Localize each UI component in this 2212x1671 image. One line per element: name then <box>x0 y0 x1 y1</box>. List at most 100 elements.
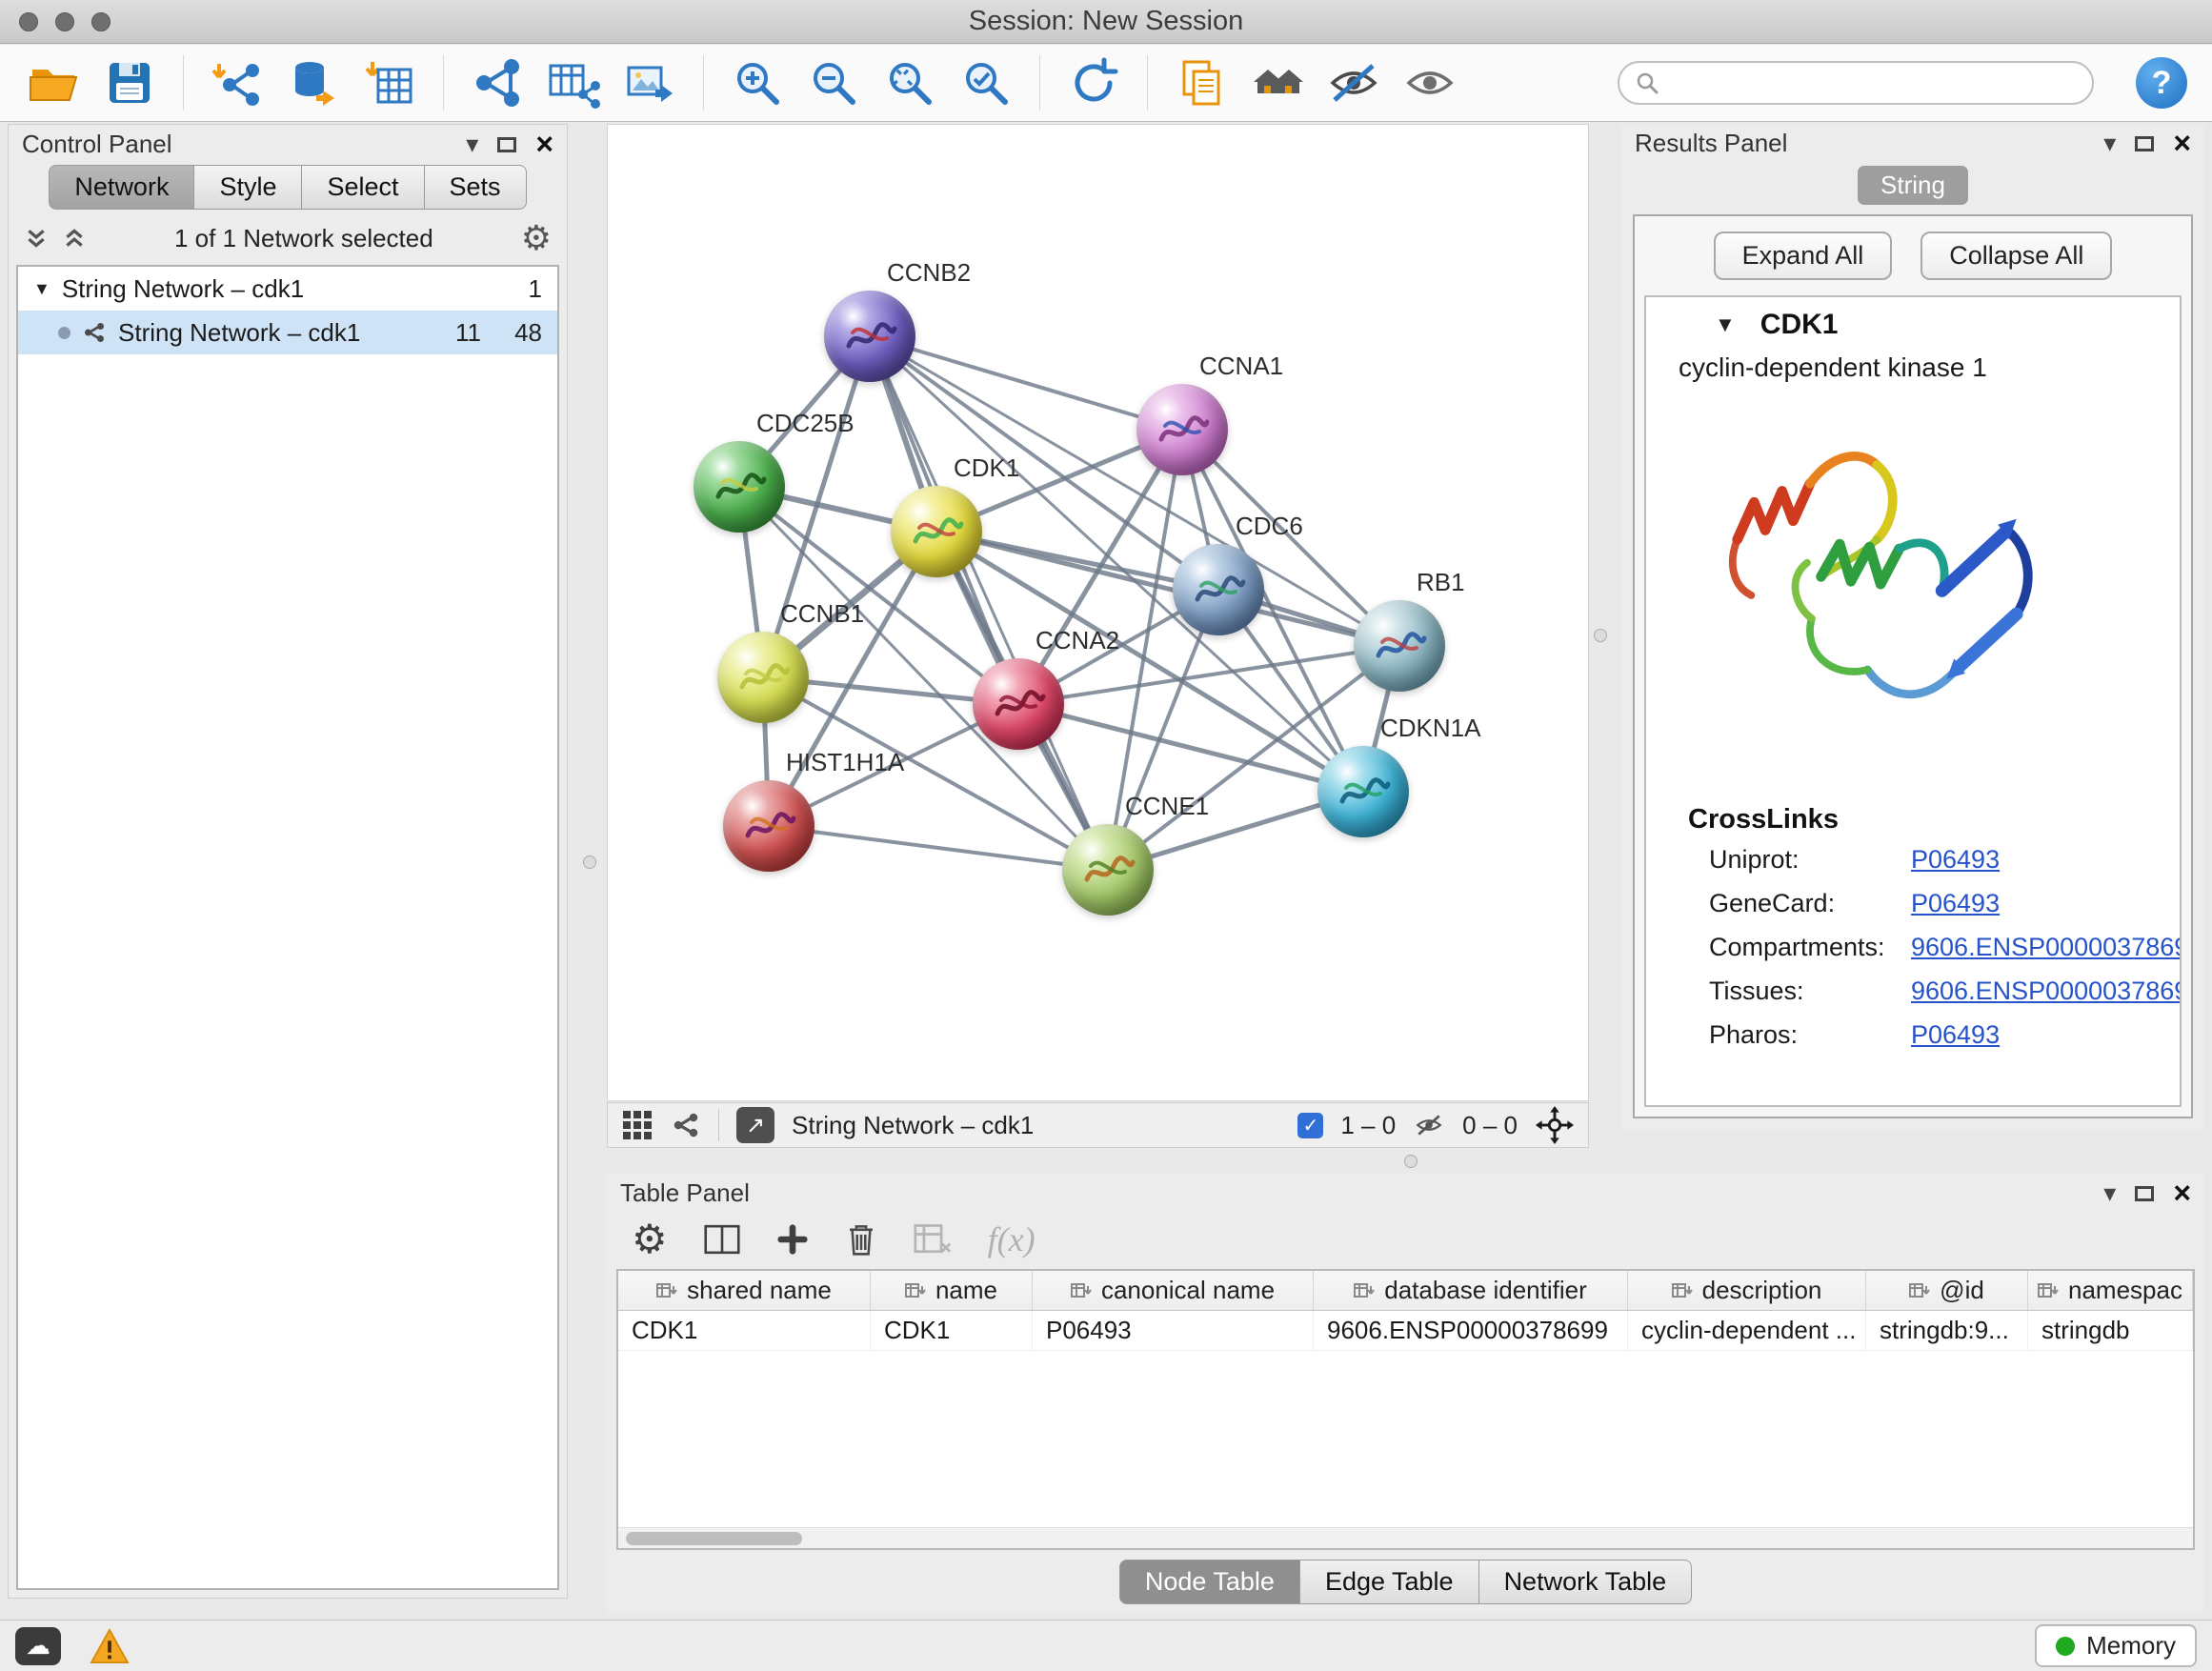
network-node-CDKN1A[interactable] <box>1317 746 1409 837</box>
collapse-all-button[interactable]: Collapse All <box>1920 232 2112 280</box>
table-settings-gear-icon[interactable]: ⚙ <box>632 1219 668 1259</box>
column-header[interactable]: name <box>871 1271 1033 1310</box>
window-controls <box>19 12 111 31</box>
grid-view-icon[interactable] <box>621 1109 654 1141</box>
home-view-button[interactable] <box>1249 53 1306 112</box>
close-window-button[interactable] <box>19 12 38 31</box>
network-node-CCNB1[interactable] <box>717 632 809 723</box>
network-node-CCNA1[interactable] <box>1136 384 1228 475</box>
zoom-out-button[interactable] <box>805 53 862 112</box>
save-session-button[interactable] <box>101 53 158 112</box>
close-panel-icon[interactable]: × <box>535 129 553 159</box>
fit-content-icon[interactable] <box>1535 1105 1575 1145</box>
panel-menu-icon[interactable]: ▾ <box>466 131 478 156</box>
search-input[interactable] <box>1671 69 2077 98</box>
table-cell[interactable]: stringdb <box>2028 1311 2193 1350</box>
tab-network[interactable]: Network <box>49 165 194 210</box>
network-node-RB1[interactable] <box>1354 600 1445 692</box>
expand-all-icon[interactable] <box>62 226 87 251</box>
network-tree-item[interactable]: String Network – cdk1 11 48 <box>18 311 557 354</box>
network-node-CDK1[interactable] <box>891 486 982 577</box>
vertical-splitter-handle[interactable] <box>583 856 596 869</box>
collapse-protein-icon[interactable]: ▼ <box>1715 312 1736 337</box>
import-network-database-button[interactable] <box>285 53 342 112</box>
crosslink-link[interactable]: P06493 <box>1911 1020 2182 1050</box>
crosslink-link[interactable]: P06493 <box>1911 845 2182 875</box>
maximize-window-button[interactable] <box>91 12 111 31</box>
column-header[interactable]: shared name <box>618 1271 871 1310</box>
network-node-HIST1H1A[interactable] <box>723 780 814 872</box>
network-tree-root[interactable]: ▼ String Network – cdk1 1 <box>18 267 557 311</box>
tab-node-table[interactable]: Node Table <box>1119 1560 1300 1604</box>
tab-sets[interactable]: Sets <box>425 165 527 210</box>
float-panel-icon[interactable] <box>2135 131 2154 155</box>
hide-graphics-button[interactable] <box>1325 53 1382 112</box>
table-cell[interactable]: 9606.ENSP00000378699 <box>1314 1311 1628 1350</box>
import-table-button[interactable] <box>361 53 418 112</box>
add-column-icon[interactable] <box>776 1223 809 1256</box>
export-image-button[interactable] <box>621 53 678 112</box>
close-panel-icon[interactable]: × <box>2173 128 2191 158</box>
minimize-window-button[interactable] <box>55 12 74 31</box>
tab-select[interactable]: Select <box>302 165 424 210</box>
column-header[interactable]: description <box>1628 1271 1866 1310</box>
float-panel-icon[interactable] <box>2135 1180 2154 1205</box>
tab-style[interactable]: Style <box>194 165 302 210</box>
search-box[interactable] <box>1618 61 2094 105</box>
share-view-icon[interactable] <box>671 1110 701 1140</box>
crosslink-link[interactable]: 9606.ENSP00000378699 <box>1911 933 2182 962</box>
network-canvas[interactable]: CCNB2CCNA1CDC25BCDK1CDC6RB1CCNB1CCNA2CDK… <box>607 124 1589 1101</box>
new-network-table-button[interactable] <box>545 53 602 112</box>
column-header[interactable]: namespac <box>2028 1271 2193 1310</box>
zoom-selected-button[interactable] <box>957 53 1015 112</box>
network-node-CCNA2[interactable] <box>973 658 1064 750</box>
memory-button[interactable]: Memory <box>2035 1624 2197 1667</box>
expand-all-button[interactable]: Expand All <box>1714 232 1893 280</box>
show-columns-icon[interactable] <box>704 1223 740 1256</box>
zoom-in-button[interactable] <box>729 53 786 112</box>
refresh-button[interactable] <box>1065 53 1122 112</box>
selected-checkbox-icon[interactable]: ✓ <box>1297 1113 1323 1138</box>
collapse-all-icon[interactable] <box>24 226 49 251</box>
table-cell[interactable]: CDK1 <box>871 1311 1033 1350</box>
network-node-CCNE1[interactable] <box>1062 824 1154 916</box>
table-header-row: shared namenamecanonical namedatabase id… <box>618 1271 2193 1311</box>
tab-edge-table[interactable]: Edge Table <box>1300 1560 1479 1604</box>
scrollbar-thumb[interactable] <box>626 1532 802 1545</box>
gear-icon[interactable]: ⚙ <box>521 221 552 255</box>
cloud-icon[interactable]: ☁ <box>15 1627 61 1665</box>
warning-icon[interactable] <box>90 1628 130 1664</box>
vertical-splitter-handle[interactable] <box>1594 629 1607 642</box>
network-node-CDC6[interactable] <box>1173 544 1264 635</box>
close-panel-icon[interactable]: × <box>2173 1178 2191 1208</box>
tab-network-table[interactable]: Network Table <box>1479 1560 1693 1604</box>
open-in-new-icon[interactable]: ↗ <box>736 1107 774 1143</box>
panel-menu-icon[interactable]: ▾ <box>2103 131 2116 155</box>
table-cell[interactable]: P06493 <box>1033 1311 1314 1350</box>
crosslink-link[interactable]: 9606.ENSP00000378699 <box>1911 976 2182 1006</box>
import-network-file-button[interactable] <box>209 53 266 112</box>
float-panel-icon[interactable] <box>497 131 516 156</box>
panel-menu-icon[interactable]: ▾ <box>2103 1180 2116 1205</box>
copy-style-button[interactable] <box>1173 53 1230 112</box>
table-cell[interactable]: stringdb:9... <box>1866 1311 2028 1350</box>
open-session-button[interactable] <box>25 53 82 112</box>
new-network-button[interactable] <box>469 53 526 112</box>
network-node-CDC25B[interactable] <box>694 441 785 533</box>
table-cell[interactable]: CDK1 <box>618 1311 871 1350</box>
tree-expand-icon[interactable]: ▼ <box>33 279 50 299</box>
horizontal-scrollbar[interactable] <box>618 1527 2193 1548</box>
zoom-fit-button[interactable] <box>881 53 938 112</box>
column-header[interactable]: @id <box>1866 1271 2028 1310</box>
protein-card: ▼ CDK1 cyclin-dependent kinase 1 <box>1644 295 2182 1107</box>
help-button[interactable]: ? <box>2136 57 2187 109</box>
table-cell[interactable]: cyclin-dependent ... <box>1628 1311 1866 1350</box>
network-node-CCNB2[interactable] <box>824 291 915 382</box>
column-header[interactable]: database identifier <box>1314 1271 1628 1310</box>
tab-string[interactable]: String <box>1858 166 1968 205</box>
column-header[interactable]: canonical name <box>1033 1271 1314 1310</box>
crosslink-link[interactable]: P06493 <box>1911 889 2182 918</box>
horizontal-splitter-handle[interactable] <box>1404 1155 1418 1168</box>
delete-column-trash-icon[interactable] <box>845 1221 877 1258</box>
show-graphics-button[interactable] <box>1401 53 1458 112</box>
